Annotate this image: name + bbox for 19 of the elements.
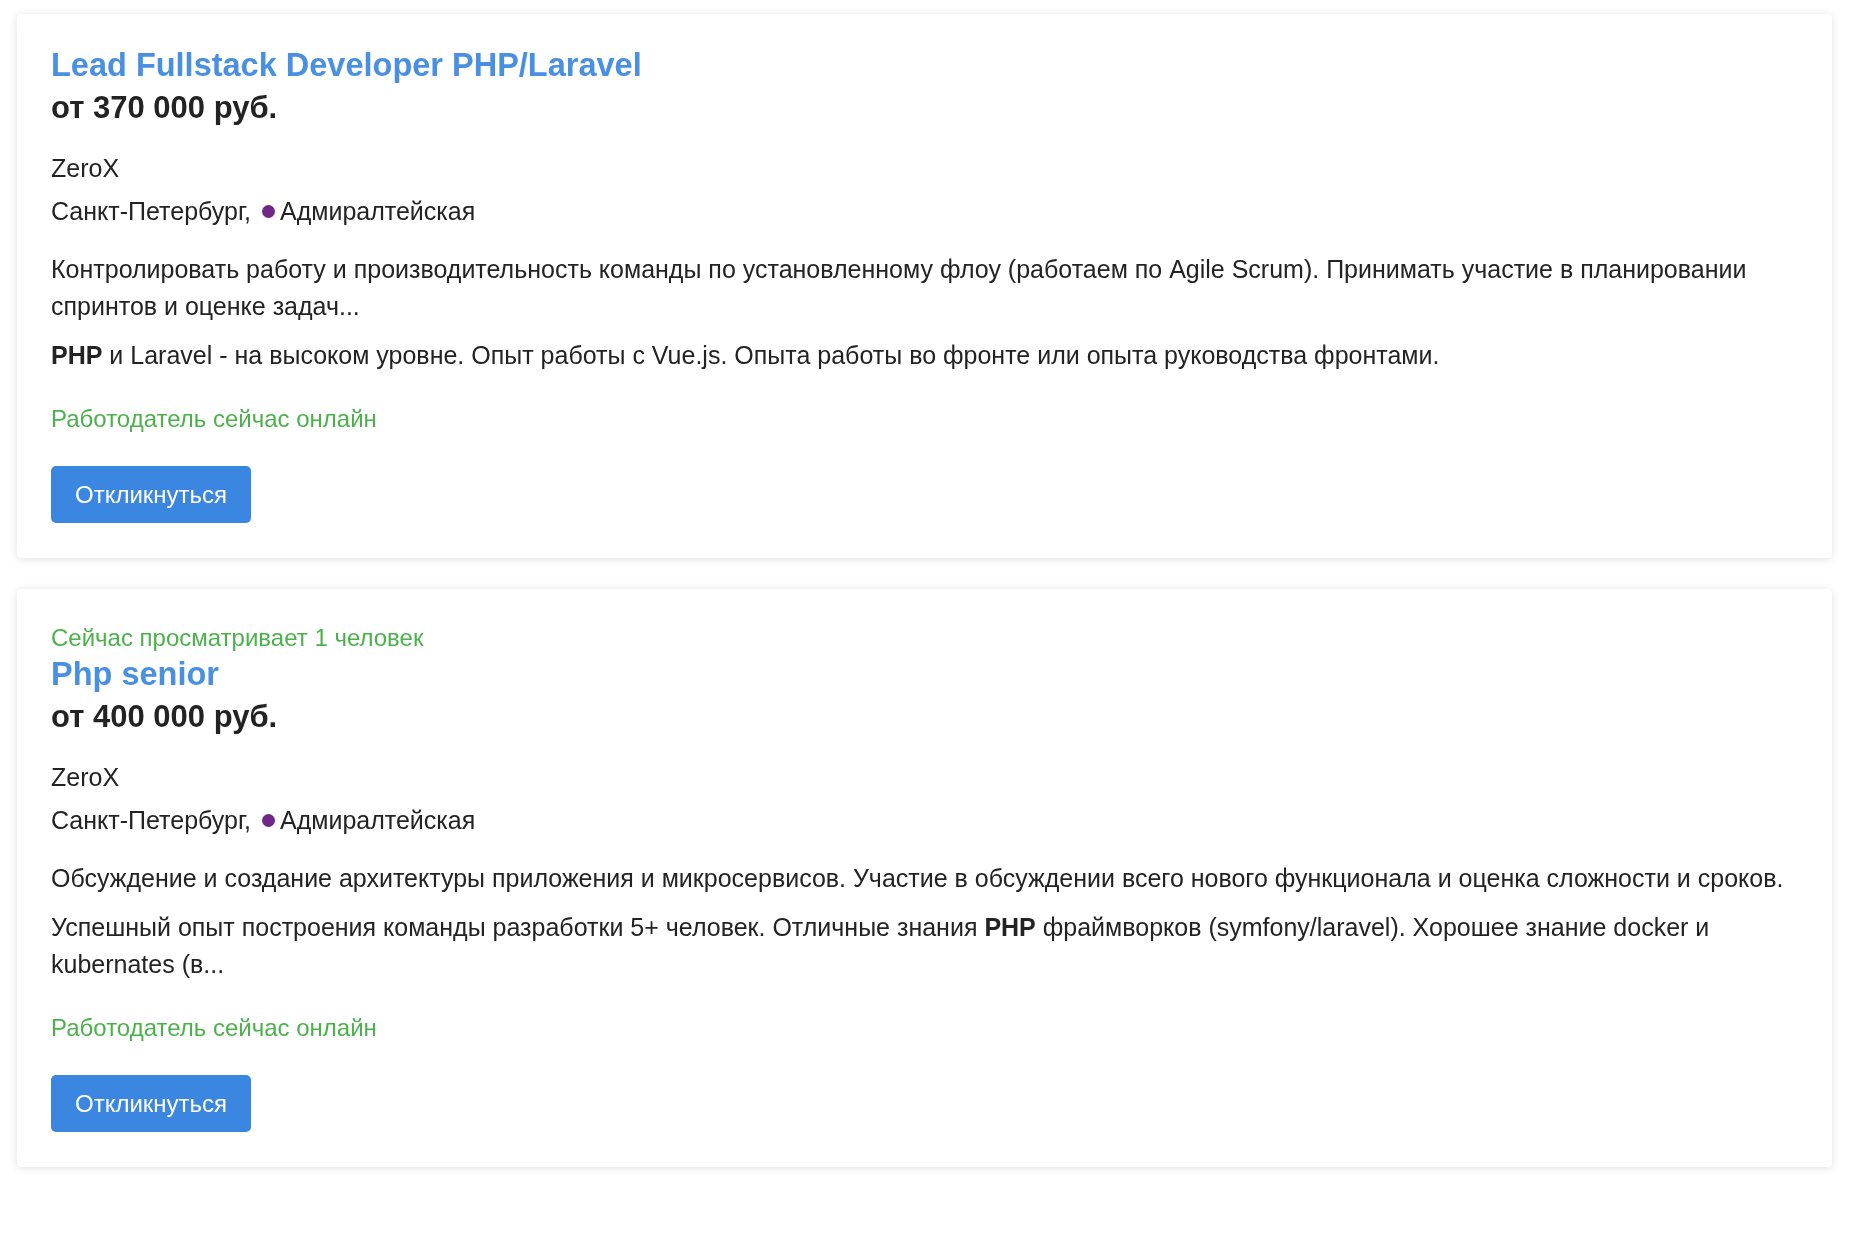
online-status: Работодатель сейчас онлайн <box>51 1013 377 1043</box>
salary: от 370 000 руб. <box>51 89 278 127</box>
company-name: ZeroX <box>51 153 120 184</box>
vacancy-title-link[interactable]: Lead Fullstack Developer PHP/Laravel <box>51 44 642 86</box>
metro-station: Адмиралтейская <box>279 805 476 836</box>
vacancy-title-link[interactable]: Php senior <box>51 653 219 695</box>
city: Санкт-Петербург, <box>51 805 251 836</box>
requirement-text: PHP и Laravel - на высоком уровне. Опыт работы с Vue.js. Опыта работы во фронте или опыта руководства фронтами. <box>51 340 1440 371</box>
viewers-note: Сейчас просматривает 1 человек <box>51 623 424 653</box>
salary: от 400 000 руб. <box>51 698 278 736</box>
responsibility-text: Обсуждение и создание архитектуры приложения и микросервисов. Участие в обсуждении всего нового функционала и оценка сложности и сроков. <box>51 863 1784 894</box>
online-status: Работодатель сейчас онлайн <box>51 404 377 434</box>
respond-button[interactable]: Откликнуться <box>51 466 252 523</box>
respond-button[interactable]: Откликнуться <box>51 1075 252 1132</box>
company-name: ZeroX <box>51 762 120 793</box>
metro-station: Адмиралтейская <box>279 196 476 227</box>
city: Санкт-Петербург, <box>51 196 251 227</box>
responsibility-text: Контролировать работу и производительность команды по установленному флоу (работаем по Agile Scrum). Принимать участие в планировании спринтов и оценке задач... <box>51 254 1748 322</box>
requirement-text: Успешный опыт построения команды разработки 5+ человек. Отличные знания PHP фраймворков (symfony/laravel). Хорошее знание docker и kubernates (в... <box>51 912 1711 980</box>
